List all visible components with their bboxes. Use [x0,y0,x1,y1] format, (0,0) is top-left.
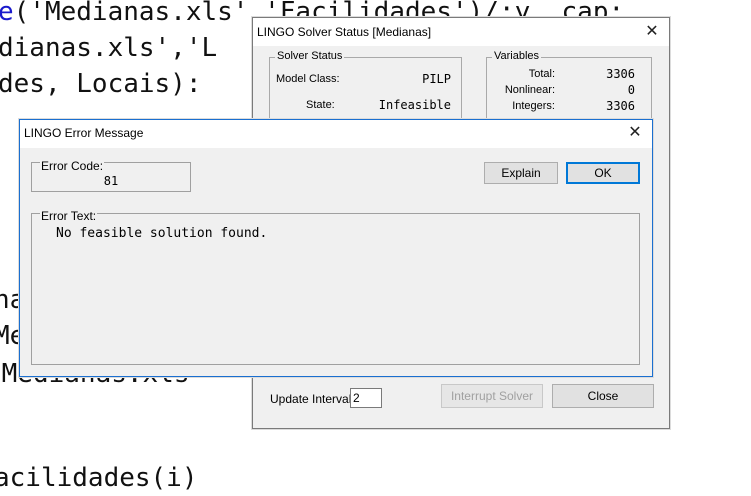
solver-status-titlebar[interactable]: LINGO Solver Status [Medianas] ✕ [253,18,669,46]
state-value: Infeasible [378,98,451,112]
error-message-dialog: LINGO Error Message ✕ Error Code: 81 Exp… [19,119,653,377]
update-interval-label: Update Interval: [270,392,355,406]
error-code-value: 81 [103,174,119,188]
error-dialog-titlebar[interactable]: LINGO Error Message ✕ [20,120,652,148]
close-icon[interactable]: ✕ [624,122,646,142]
interrupt-solver-button[interactable]: Interrupt Solver [441,384,543,408]
model-class-label: Model Class: [276,73,340,85]
model-class-value: PILP [422,72,451,86]
code-line: acilidades(i) [0,463,198,493]
group-label: Variables [492,50,542,62]
error-code-box: Error Code: 81 [31,159,191,192]
window-title: LINGO Solver Status [Medianas] [257,25,432,39]
error-code-label: Error Code: [40,159,105,173]
code-line: dianas.xls','L [0,33,218,63]
integers-value: 3306 [606,99,635,113]
total-label: Total: [528,68,555,80]
update-interval-input[interactable]: 2 [350,388,382,408]
error-text-label: Error Text: [40,209,98,223]
close-button[interactable]: Close [552,384,654,408]
dialog-title: LINGO Error Message [24,126,144,140]
explain-button[interactable]: Explain [484,162,558,184]
update-interval-value: 2 [353,391,360,405]
close-icon[interactable]: ✕ [641,21,663,41]
nonlinear-value: 0 [627,83,635,97]
code-line: des, Locais): [0,69,202,99]
error-text-box: Error Text: No feasible solution found. [31,209,640,365]
nonlinear-label: Nonlinear: [504,84,555,96]
solver-status-group: Solver Status Model Class: PILP State: I… [269,50,462,121]
group-label: Solver Status [275,50,345,62]
state-label: State: [306,99,335,111]
error-text-value: No feasible solution found. [56,226,268,241]
integers-label: Integers: [512,100,555,112]
total-value: 3306 [606,67,635,81]
variables-group: Variables Total: 3306 Nonlinear: 0 Integ… [486,50,652,121]
ok-button[interactable]: OK [566,162,640,184]
